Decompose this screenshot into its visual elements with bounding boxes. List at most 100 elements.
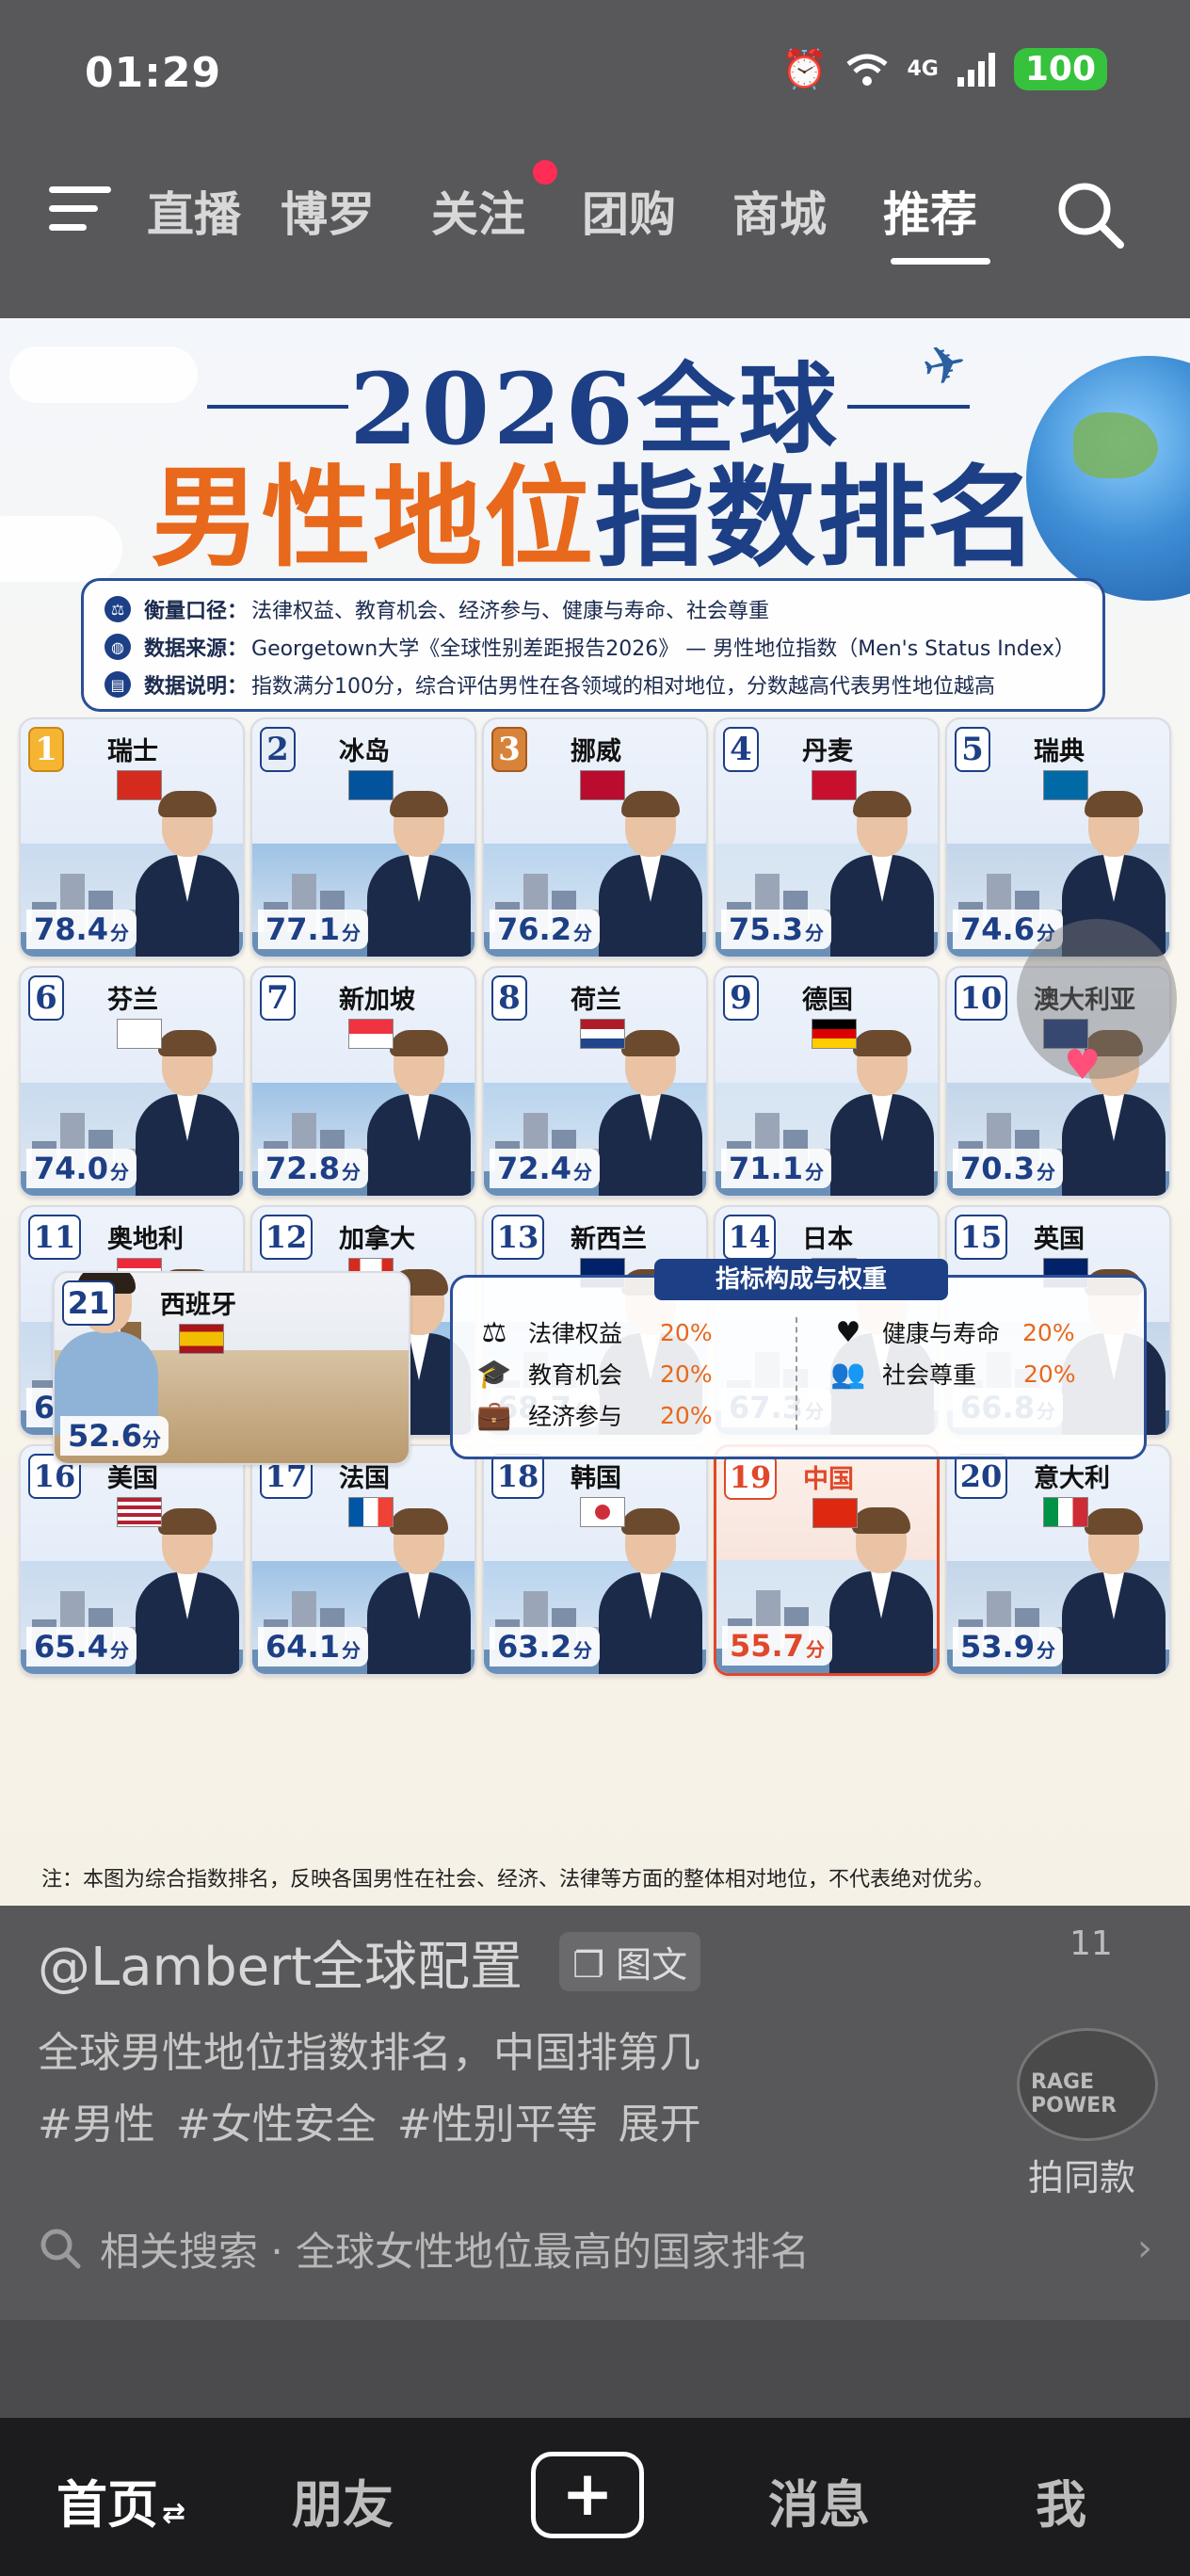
post-caption: 全球男性地位指数排名，中国排第几 <box>38 2029 700 2077</box>
man-portrait <box>599 1030 702 1196</box>
search-icon[interactable] <box>1053 177 1128 252</box>
top-nav: 直播 博罗 关注 团购 商城 推荐 <box>0 160 1190 273</box>
ranking-card: 3 挪威 76.2 分 <box>482 717 708 958</box>
man-portrait <box>1062 1508 1166 1674</box>
heart-pulse-icon: ♥ <box>835 1315 861 1349</box>
hamburger-menu-icon[interactable] <box>49 181 117 237</box>
info-row: ◍ 数据来源： Georgetown大学《全球性别差距报告2026》 — 男性地… <box>105 628 1082 666</box>
country-name: 英国 <box>1034 1225 1085 1254</box>
rank-badge: 11 <box>28 1215 81 1260</box>
document-icon: ▤ <box>105 671 131 698</box>
country-name: 日本 <box>802 1225 853 1254</box>
man-portrait <box>367 791 471 957</box>
country-name: 韩国 <box>571 1464 621 1493</box>
post-tags: #男性 #女性安全 #性别平等 展开 <box>38 2090 722 2150</box>
country-flag-icon <box>348 1019 394 1049</box>
post-image[interactable]: ✈ 2026全球 男性地位指数排名 ⚖ 衡量口径： 法律权益、教育机会、经济参与… <box>0 318 1190 1906</box>
man-portrait <box>136 791 239 957</box>
poster-footnote: 注：本图为综合指数排名，反映各国男性在社会、经济、法律等方面的整体相对地位，不代… <box>41 1868 995 1892</box>
ranking-grid: 1 瑞士 78.4 分 2 冰岛 77.1 分 3 挪威 76.2 分 4 丹麦 75.3 分 5 瑞典 74.6 分… <box>19 717 1177 1676</box>
people-icon: 👥 <box>830 1357 866 1391</box>
country-flag-icon <box>179 1324 224 1354</box>
score-label: 64.1 分 <box>258 1627 368 1666</box>
score-label: 75.3 分 <box>721 910 831 949</box>
weights-title: 指标构成与权重 <box>654 1259 948 1300</box>
man-portrait <box>599 1508 702 1674</box>
create-button[interactable]: + <box>531 2452 644 2538</box>
rank-badge: 5 <box>955 727 990 772</box>
info-box: ⚖ 衡量口径： 法律权益、教育机会、经济参与、健康与寿命、社会尊重 ◍ 数据来源… <box>81 578 1105 712</box>
nav-friends[interactable]: 朋友 <box>292 2463 394 2537</box>
tab-boluo[interactable]: 博罗 <box>281 177 375 245</box>
weights-panel: 指标构成与权重 ⚖ 法律权益 20% 🎓 教育机会 20% 💼 经济参与 20%… <box>450 1259 1147 1459</box>
wifi-icon <box>846 54 889 86</box>
country-flag-icon <box>1043 1497 1088 1527</box>
briefcase-icon: 💼 <box>476 1398 512 1432</box>
expand-link[interactable]: 展开 <box>619 2101 701 2149</box>
country-name: 德国 <box>802 986 853 1015</box>
tab-following[interactable]: 关注 <box>431 177 525 245</box>
battery-indicator: 100 <box>1013 48 1107 90</box>
country-name: 奥地利 <box>107 1225 184 1254</box>
sound-avatar[interactable]: RAGE POWER <box>1017 2028 1158 2141</box>
info-row: ⚖ 衡量口径： 法律权益、教育机会、经济参与、健康与寿命、社会尊重 <box>105 590 1082 628</box>
rank-badge: 20 <box>955 1454 1007 1499</box>
related-search-bar[interactable]: 相关搜索 · 全球女性地位最高的国家排名 › <box>38 2199 1152 2297</box>
bottom-nav: 首页 ⇄ 朋友 + 消息 我 <box>0 2418 1190 2576</box>
like-icon[interactable]: ♥ <box>1064 1041 1101 1089</box>
hashtag[interactable]: #女性安全 <box>176 2101 377 2149</box>
tab-group-buy[interactable]: 团购 <box>582 177 676 245</box>
weight-item: 💼 经济参与 20% <box>476 1398 713 1432</box>
nav-me[interactable]: 我 <box>1036 2463 1086 2537</box>
search-icon <box>40 2229 81 2269</box>
rank-badge: 12 <box>260 1215 313 1260</box>
related-search-text: 相关搜索 · 全球女性地位最高的国家排名 <box>100 2228 811 2275</box>
weight-item: 👥 社会尊重 20% <box>830 1357 1076 1391</box>
rank-badge: 7 <box>260 975 296 1021</box>
score-label: 52.6分 <box>60 1416 169 1456</box>
man-portrait <box>829 1507 933 1673</box>
info-row: ▤ 数据说明： 指数满分100分，综合评估男性在各领域的相对地位，分数越高代表男… <box>105 666 1082 703</box>
poster-main-title: 男性地位指数排名 <box>0 429 1190 588</box>
active-tab-indicator <box>891 258 990 265</box>
nav-messages[interactable]: 消息 <box>768 2463 870 2537</box>
country-flag-icon <box>812 1498 858 1528</box>
ranking-card: 19 中国 55.7 分 <box>714 1444 940 1676</box>
post-type-badge: ❐ 图文 <box>559 1932 701 1991</box>
man-portrait <box>830 791 934 957</box>
score-label: 78.4 分 <box>26 910 137 949</box>
author-name[interactable]: @Lambert全球配置 <box>38 1924 523 2001</box>
country-name: 瑞士 <box>107 737 158 766</box>
country-name: 瑞典 <box>1034 737 1085 766</box>
ranking-card: 9 德国 71.1 分 <box>714 966 940 1198</box>
country-name: 西班牙 <box>160 1291 236 1320</box>
hashtag[interactable]: #男性 <box>38 2101 155 2149</box>
tab-recommend[interactable]: 推荐 <box>883 177 977 245</box>
scale-icon: ⚖ <box>105 596 131 622</box>
rank-badge: 3 <box>491 727 527 772</box>
rank-badge: 6 <box>28 975 64 1021</box>
tab-mall[interactable]: 商城 <box>732 177 827 245</box>
man-portrait <box>599 791 702 957</box>
man-portrait <box>136 1030 239 1196</box>
country-flag-icon <box>348 1497 394 1527</box>
ranking-card: 21 西班牙 52.6分 <box>53 1271 410 1465</box>
hashtag[interactable]: #性别平等 <box>397 2101 598 2149</box>
score-label: 72.8 分 <box>258 1149 368 1188</box>
title-orange-part: 男性地位 <box>151 455 595 582</box>
ranking-card: 2 冰岛 77.1 分 <box>250 717 476 958</box>
title-divider <box>847 405 970 409</box>
nav-home[interactable]: 首页 ⇄ <box>56 2463 185 2537</box>
globe-icon: ◍ <box>105 634 131 660</box>
tab-live[interactable]: 直播 <box>147 177 241 245</box>
country-name: 中国 <box>803 1465 854 1494</box>
score-label: 63.2 分 <box>490 1627 600 1666</box>
status-icons: ⏰ 4G 100 <box>781 47 1107 91</box>
cell-signal-icon <box>957 52 995 87</box>
weight-item: ⚖ 法律权益 20% <box>475 1315 713 1349</box>
shoot-same-button[interactable]: 拍同款 <box>1028 2149 1135 2200</box>
ranking-card: 17 法国 64.1 分 <box>250 1444 476 1676</box>
country-flag-icon <box>580 1019 625 1049</box>
country-flag-icon <box>812 1019 857 1049</box>
country-name: 芬兰 <box>107 986 158 1015</box>
